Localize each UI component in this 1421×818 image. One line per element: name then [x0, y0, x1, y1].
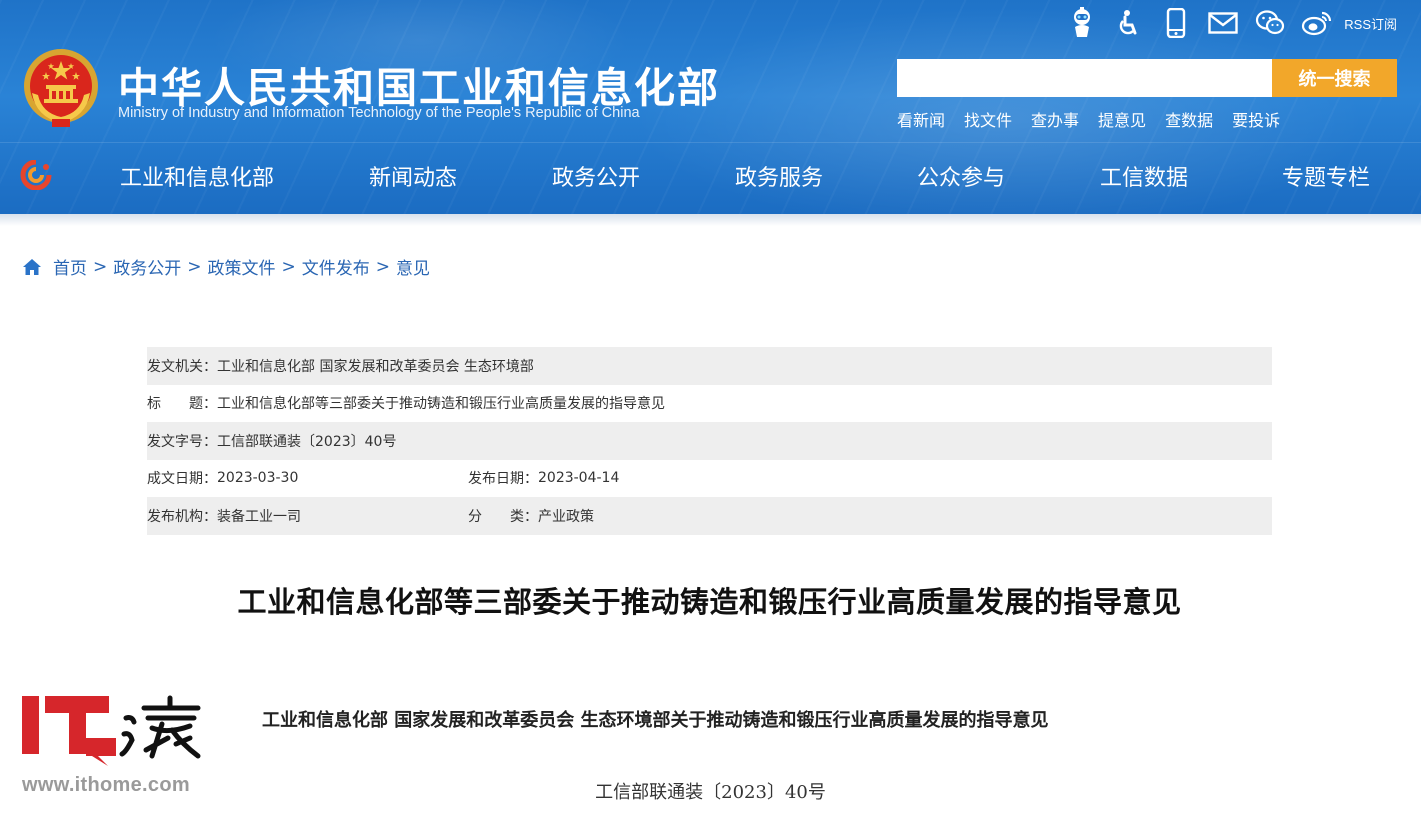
meta-cell-title: 标 题： 工业和信息化部等三部委关于推动铸造和锻压行业高质量发展的指导意见 [147, 393, 665, 413]
issuer-value: 工业和信息化部 国家发展和改革委员会 生态环境部 [217, 358, 534, 375]
meta-cell-written-date: 成文日期： 2023-03-30 [147, 468, 468, 488]
meta-row-dates: 成文日期： 2023-03-30 发布日期： 2023-04-14 [147, 460, 1272, 498]
quick-link-data[interactable]: 查数据 [1165, 107, 1213, 131]
doc-number-label: 发文字号： [147, 433, 217, 450]
category-value: 产业政策 [538, 508, 594, 525]
quick-link-complaint[interactable]: 要投诉 [1232, 107, 1280, 131]
breadcrumb-opinions[interactable]: 意见 [396, 254, 430, 279]
article-body-title: 工业和信息化部 国家发展和改革委员会 生态环境部关于推动铸造和锻压行业高质量发展… [262, 710, 1049, 731]
title-label: 标 题： [147, 396, 217, 413]
top-utility-bar: RSS订阅 [1052, 6, 1397, 40]
title-value: 工业和信息化部等三部委关于推动铸造和锻压行业高质量发展的指导意见 [217, 396, 665, 413]
meta-cell-category: 分 类： 产业政策 [468, 506, 594, 526]
weibo-icon[interactable] [1300, 6, 1334, 40]
document-meta-table: 发文机关： 工业和信息化部 国家发展和改革委员会 生态环境部 标 题： 工业和信… [147, 347, 1272, 535]
quick-link-services[interactable]: 查办事 [1031, 107, 1079, 131]
nav-item-data[interactable]: 工信数据 [1100, 160, 1188, 192]
header-divider [0, 142, 1421, 143]
breadcrumb-gov-affairs-open[interactable]: 政务公开 [113, 254, 181, 279]
header-shadow [0, 214, 1421, 226]
search-box: 统一搜索 [897, 59, 1397, 97]
meta-row-title: 标 题： 工业和信息化部等三部委关于推动铸造和锻压行业高质量发展的指导意见 [147, 385, 1272, 423]
robot-assistant-icon[interactable] [1065, 6, 1099, 40]
nav-item-special-topics[interactable]: 专题专栏 [1282, 160, 1370, 192]
doc-number-value: 工信部联通装〔2023〕40号 [217, 433, 397, 450]
ithome-logo-icon [22, 695, 201, 766]
nav-item-gov-services[interactable]: 政务服务 [735, 160, 823, 192]
main-nav: 工业和信息化部 新闻动态 政务公开 政务服务 公众参与 工信数据 专题专栏 [0, 152, 1421, 200]
search-input[interactable] [897, 59, 1272, 97]
quick-links: 看新闻 找文件 查办事 提意见 查数据 要投诉 [897, 107, 1299, 131]
nav-item-news[interactable]: 新闻动态 [369, 160, 457, 192]
breadcrumb-separator: > [375, 256, 390, 277]
breadcrumb-separator: > [93, 256, 108, 277]
article-doc-number: 工信部联通装〔2023〕40号 [595, 782, 826, 803]
category-label: 分 类： [468, 508, 538, 525]
publisher-label: 发布机构： [147, 508, 217, 525]
mail-icon[interactable] [1206, 6, 1240, 40]
meta-row-issuer: 发文机关： 工业和信息化部 国家发展和改革委员会 生态环境部 [147, 347, 1272, 385]
home-icon[interactable] [22, 257, 42, 277]
ithome-url: www.ithome.com [22, 774, 190, 796]
unified-search-button[interactable]: 统一搜索 [1272, 59, 1397, 97]
meta-row-publisher: 发布机构： 装备工业一司 分 类： 产业政策 [147, 497, 1272, 535]
publish-date-value: 2023-04-14 [538, 470, 620, 487]
written-date-label: 成文日期： [147, 471, 217, 488]
breadcrumb-policy-documents[interactable]: 政策文件 [208, 254, 276, 279]
meta-cell-publisher: 发布机构： 装备工业一司 [147, 506, 468, 526]
national-emblem-icon[interactable] [22, 47, 100, 129]
meta-cell-doc-number: 发文字号： 工信部联通装〔2023〕40号 [147, 431, 396, 451]
meta-cell-issuer: 发文机关： 工业和信息化部 国家发展和改革委员会 生态环境部 [147, 356, 534, 376]
meta-row-doc-number: 发文字号： 工信部联通装〔2023〕40号 [147, 422, 1272, 460]
ithome-watermark: www.ithome.com [22, 694, 212, 804]
written-date-value: 2023-03-30 [217, 470, 299, 487]
wechat-icon[interactable] [1253, 6, 1287, 40]
site-title-en: Ministry of Industry and Information Tec… [118, 105, 640, 121]
accessibility-icon[interactable] [1112, 6, 1146, 40]
issuer-label: 发文机关： [147, 358, 217, 375]
site-header: 中华人民共和国工业和信息化部 Ministry of Industry and … [0, 0, 1421, 214]
publish-date-label: 发布日期： [468, 471, 538, 488]
mobile-icon[interactable] [1159, 6, 1193, 40]
quick-link-files[interactable]: 找文件 [964, 107, 1012, 131]
nav-item-gov-affairs-open[interactable]: 政务公开 [552, 160, 640, 192]
breadcrumb-separator: > [281, 256, 296, 277]
breadcrumb-home[interactable]: 首页 [53, 254, 87, 279]
rss-subscribe-link[interactable]: RSS订阅 [1344, 14, 1397, 33]
quick-link-feedback[interactable]: 提意见 [1098, 107, 1146, 131]
breadcrumb-separator: > [187, 256, 202, 277]
breadcrumb: 首页 > 政务公开 > 政策文件 > 文件发布 > 意见 [22, 254, 430, 279]
breadcrumb-document-release[interactable]: 文件发布 [302, 254, 370, 279]
meta-cell-publish-date: 发布日期： 2023-04-14 [468, 468, 619, 488]
quick-link-news[interactable]: 看新闻 [897, 107, 945, 131]
article-title: 工业和信息化部等三部委关于推动铸造和锻压行业高质量发展的指导意见 [237, 585, 1182, 619]
publisher-value: 装备工业一司 [217, 508, 301, 525]
nav-item-ministry[interactable]: 工业和信息化部 [120, 160, 274, 192]
nav-item-public-participation[interactable]: 公众参与 [917, 160, 1005, 192]
